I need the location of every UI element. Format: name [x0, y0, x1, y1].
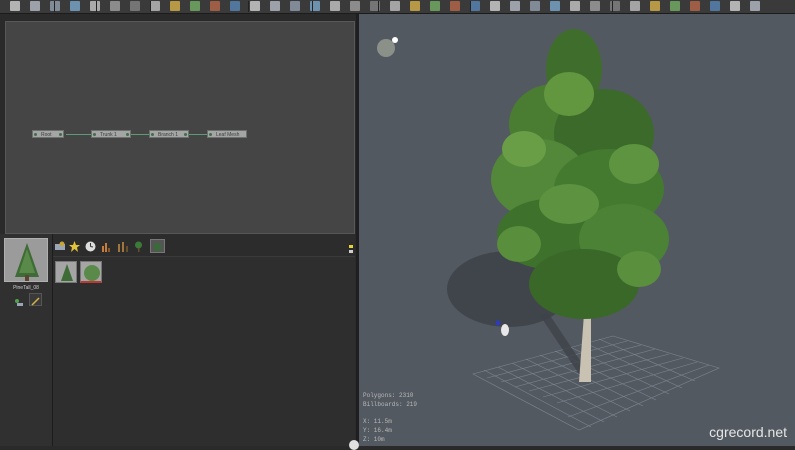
edit-species-icon[interactable] [29, 293, 42, 306]
mesh-icon[interactable] [690, 1, 700, 11]
settings-icon[interactable] [210, 1, 220, 11]
undo-icon[interactable] [70, 1, 80, 11]
asset-thumbnail[interactable] [55, 261, 77, 283]
node-label: Leaf Mesh [216, 132, 240, 138]
open-icon[interactable] [30, 1, 40, 11]
node-trunk[interactable]: Trunk 1 [91, 130, 131, 138]
redo-icon[interactable] [90, 1, 100, 11]
node-port-icon [184, 133, 187, 136]
node-label: Branch 1 [158, 132, 179, 138]
brush-icon[interactable] [350, 1, 360, 11]
save-icon[interactable] [50, 1, 60, 11]
ground-grid [472, 335, 720, 431]
toolbar-separator [96, 1, 97, 12]
wind-icon[interactable] [530, 1, 540, 11]
node-wire [130, 134, 150, 135]
asset-thumbnail[interactable] [80, 261, 102, 283]
tree-render [377, 29, 720, 431]
copy-icon[interactable] [130, 1, 140, 11]
node-root[interactable]: Root [32, 130, 64, 138]
globe-icon[interactable] [750, 1, 760, 11]
panel-icon[interactable] [410, 1, 420, 11]
wind-gizmo-icon[interactable] [501, 324, 509, 336]
bar-icon[interactable] [470, 1, 480, 11]
camera-icon[interactable] [550, 1, 560, 11]
pine-tree-icon [5, 239, 47, 281]
delete-icon[interactable] [170, 1, 180, 11]
panel-options-icon[interactable] [349, 240, 353, 253]
species-column: PineTall_08 [0, 234, 53, 446]
stat-x: X: 11.5m [363, 418, 392, 425]
pine-tree-icon [56, 262, 76, 282]
lock-icon[interactable] [190, 1, 200, 11]
node-port-icon [151, 133, 154, 136]
node-port-icon [209, 133, 212, 136]
node-label: Trunk 1 [100, 132, 117, 138]
new-file-icon[interactable] [10, 1, 20, 11]
frond-icon[interactable] [650, 1, 660, 11]
species-thumbnail[interactable] [4, 238, 48, 282]
node-branch[interactable]: Branch 1 [149, 130, 189, 138]
node-leaf-mesh[interactable]: Leaf Mesh [207, 130, 247, 138]
tree-icon[interactable] [133, 239, 144, 252]
toolbar-separator [612, 1, 613, 12]
close-icon[interactable] [250, 1, 260, 11]
light-sphere-icon[interactable] [377, 39, 395, 57]
chart-icon[interactable] [101, 239, 112, 252]
branch-tool-icon[interactable] [670, 1, 680, 11]
branch-icon[interactable] [290, 1, 300, 11]
paste-icon[interactable] [150, 1, 160, 11]
lod-icon[interactable] [117, 239, 128, 252]
toolbar-separator [312, 1, 313, 12]
add-species-icon[interactable] [14, 294, 23, 306]
materials-icon[interactable] [55, 239, 66, 250]
toolbar-separator [54, 1, 55, 12]
node-port-icon [34, 133, 37, 136]
square-icon[interactable] [230, 1, 240, 11]
screen-icon[interactable] [730, 1, 740, 11]
assets-toolbar [53, 234, 355, 257]
toolbar-separator [470, 1, 471, 12]
scroll-handle[interactable] [349, 440, 359, 450]
display-icon[interactable] [710, 1, 720, 11]
assets-panel [53, 234, 355, 446]
generation-editor-panel[interactable]: Root Trunk 1 Branch 1 Leaf Mesh [5, 21, 355, 234]
species-name: PineTall_08 [13, 285, 39, 291]
cut-icon[interactable] [110, 1, 120, 11]
stat-polygons: Polygons: 2310 [363, 392, 414, 399]
stat-z: Z: 10m [363, 436, 385, 443]
node-port-icon [126, 133, 129, 136]
pipe-icon[interactable] [450, 1, 460, 11]
pencil-icon[interactable] [330, 1, 340, 11]
node-icon[interactable] [590, 1, 600, 11]
star-icon[interactable] [510, 1, 520, 11]
toolbar-separator [150, 1, 151, 12]
node-wire [66, 134, 92, 135]
leaf-icon[interactable] [630, 1, 640, 11]
bush-icon [81, 262, 101, 281]
lasso-icon[interactable] [570, 1, 580, 11]
node-port-icon [59, 133, 62, 136]
toolbar-separator [378, 1, 379, 12]
leaf-tool-icon[interactable] [430, 1, 440, 11]
image-icon[interactable] [150, 239, 165, 253]
node-port-icon [93, 133, 96, 136]
toolbar-separator [248, 1, 249, 12]
stat-y: Y: 16.4m [363, 427, 392, 434]
node-wire [188, 134, 208, 135]
3d-viewport[interactable]: Polygons: 2310 Billboards: 219 X: 11.5m … [359, 14, 795, 446]
stat-billboards: Billboards: 219 [363, 401, 418, 408]
add-node-icon[interactable] [270, 1, 280, 11]
main-toolbar [0, 0, 795, 14]
dial-icon[interactable] [490, 1, 500, 11]
star-icon[interactable] [69, 239, 80, 252]
paint-icon[interactable] [390, 1, 400, 11]
node-label: Root [41, 132, 52, 138]
watermark: cgrecord.net [709, 424, 787, 440]
clock-icon[interactable] [85, 239, 96, 252]
